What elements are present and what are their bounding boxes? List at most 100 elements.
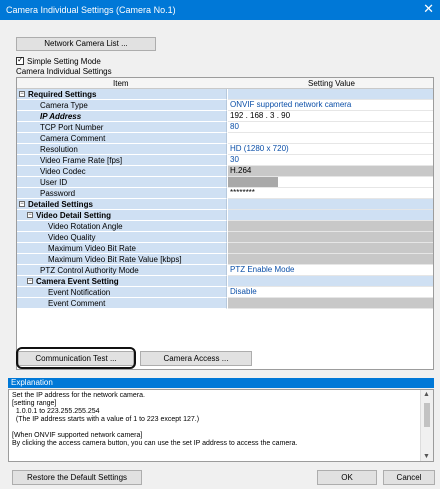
grid-row[interactable]: Video Codec H.264 bbox=[17, 166, 433, 177]
setting-value-cell[interactable] bbox=[228, 199, 433, 210]
grid-section-row[interactable]: − Detailed Settings bbox=[17, 199, 433, 210]
grid-section-row[interactable]: − Camera Event Setting bbox=[17, 276, 433, 287]
close-icon[interactable]: ✕ bbox=[423, 2, 434, 16]
restore-default-label: Restore the Default Settings bbox=[26, 473, 128, 482]
item-label: PTZ Control Authority Mode bbox=[40, 266, 139, 275]
setting-value: 192 . 168 . 3 . 90 bbox=[230, 111, 291, 120]
setting-value-cell[interactable] bbox=[228, 221, 433, 232]
setting-value-cell[interactable]: ******** bbox=[228, 188, 433, 199]
item-label: Maximum Video Bit Rate bbox=[48, 244, 136, 253]
cancel-button[interactable]: Cancel bbox=[383, 470, 435, 485]
setting-value-cell[interactable]: 80 bbox=[228, 122, 433, 133]
grid-row[interactable]: User ID bbox=[17, 177, 433, 188]
item-cell: − Detailed Settings bbox=[17, 199, 227, 210]
grid-row[interactable]: Maximum Video Bit Rate Value [kbps] bbox=[17, 254, 433, 265]
header-setting-value: Setting Value bbox=[308, 79, 355, 88]
grid-row[interactable]: Password ******** bbox=[17, 188, 433, 199]
collapse-icon[interactable]: − bbox=[19, 201, 25, 207]
item-cell: − Required Settings bbox=[17, 89, 227, 100]
item-label: User ID bbox=[40, 178, 68, 187]
setting-value-cell[interactable] bbox=[228, 298, 433, 309]
disabled-field bbox=[228, 177, 278, 187]
setting-value-cell[interactable] bbox=[228, 232, 433, 243]
grid-row[interactable]: Resolution HD (1280 x 720) bbox=[17, 144, 433, 155]
item-label: Camera Comment bbox=[40, 134, 106, 143]
item-label: Video Detail Setting bbox=[36, 211, 111, 220]
simple-setting-mode-checkbox[interactable]: Simple Setting Mode bbox=[16, 55, 101, 66]
network-camera-list-label: Network Camera List ... bbox=[44, 39, 128, 48]
item-cell: Password bbox=[17, 188, 227, 199]
setting-value-cell[interactable]: 192 . 168 . 3 . 90 bbox=[228, 111, 433, 122]
setting-value-cell[interactable] bbox=[228, 177, 433, 188]
item-cell: Video Rotation Angle bbox=[17, 221, 227, 232]
restore-default-button[interactable]: Restore the Default Settings bbox=[12, 470, 142, 485]
grid-row[interactable]: Camera Type ONVIF supported network camer… bbox=[17, 100, 433, 111]
scroll-up-icon[interactable]: ▲ bbox=[423, 391, 430, 398]
item-label: Required Settings bbox=[28, 90, 97, 99]
title-bar: Camera Individual Settings (Camera No.1)… bbox=[0, 0, 440, 20]
collapse-icon[interactable]: − bbox=[27, 278, 33, 284]
explanation-scrollbar[interactable]: ▲ ▼ bbox=[420, 390, 433, 461]
item-cell: TCP Port Number bbox=[17, 122, 227, 133]
collapse-icon[interactable]: − bbox=[27, 212, 33, 218]
item-cell: Camera Type bbox=[17, 100, 227, 111]
setting-value-cell[interactable]: H.264 bbox=[228, 166, 433, 177]
item-label: Video Quality bbox=[48, 233, 96, 242]
scroll-thumb[interactable] bbox=[424, 403, 430, 427]
camera-access-button[interactable]: Camera Access ... bbox=[140, 351, 252, 366]
grid-row[interactable]: Event Notification Disable bbox=[17, 287, 433, 298]
grid-row[interactable]: Maximum Video Bit Rate bbox=[17, 243, 433, 254]
setting-value-cell[interactable]: ONVIF supported network camera bbox=[228, 100, 433, 111]
header-item: Item bbox=[113, 79, 129, 88]
item-label: Camera Type bbox=[40, 101, 88, 110]
setting-value: Disable bbox=[230, 287, 257, 296]
item-cell: User ID bbox=[17, 177, 227, 188]
group-label: Camera Individual Settings bbox=[16, 67, 112, 76]
setting-value: 80 bbox=[230, 122, 239, 131]
setting-value: ******** bbox=[230, 188, 255, 197]
item-cell: PTZ Control Authority Mode bbox=[17, 265, 227, 276]
grid-row[interactable]: Video Frame Rate [fps] 30 bbox=[17, 155, 433, 166]
setting-value-cell[interactable]: Disable bbox=[228, 287, 433, 298]
grid-row[interactable]: PTZ Control Authority Mode PTZ Enable Mod… bbox=[17, 265, 433, 276]
item-label: Resolution bbox=[40, 145, 78, 154]
setting-value-cell[interactable] bbox=[228, 276, 433, 287]
item-cell: − Camera Event Setting bbox=[17, 276, 227, 287]
grid-section-row[interactable]: − Video Detail Setting bbox=[17, 210, 433, 221]
grid-row[interactable]: Camera Comment bbox=[17, 133, 433, 144]
setting-value-cell[interactable]: 30 bbox=[228, 155, 433, 166]
setting-value-cell[interactable] bbox=[228, 133, 433, 144]
network-camera-list-button[interactable]: Network Camera List ... bbox=[16, 37, 156, 51]
item-cell: Video Frame Rate [fps] bbox=[17, 155, 227, 166]
item-label: Detailed Settings bbox=[28, 200, 93, 209]
grid-row[interactable]: Video Quality bbox=[17, 232, 433, 243]
setting-value-cell[interactable]: PTZ Enable Mode bbox=[228, 265, 433, 276]
window-title: Camera Individual Settings (Camera No.1) bbox=[6, 5, 176, 15]
setting-value-cell[interactable]: HD (1280 x 720) bbox=[228, 144, 433, 155]
grid-row[interactable]: IP Address 192 . 168 . 3 . 90 bbox=[17, 111, 433, 122]
grid-row[interactable]: Event Comment bbox=[17, 298, 433, 309]
setting-value: 30 bbox=[230, 155, 239, 164]
grid-section-row[interactable]: − Required Settings bbox=[17, 89, 433, 100]
communication-test-button[interactable]: Communication Test ... bbox=[18, 351, 134, 366]
item-cell: − Video Detail Setting bbox=[17, 210, 227, 221]
setting-value: ONVIF supported network camera bbox=[230, 100, 352, 109]
communication-test-label: Communication Test ... bbox=[35, 354, 117, 363]
setting-value-cell[interactable] bbox=[228, 243, 433, 254]
item-label: TCP Port Number bbox=[40, 123, 104, 132]
setting-value-cell[interactable] bbox=[228, 254, 433, 265]
checkmark-icon[interactable] bbox=[16, 55, 24, 65]
grid-row[interactable]: TCP Port Number 80 bbox=[17, 122, 433, 133]
collapse-icon[interactable]: − bbox=[19, 91, 25, 97]
item-cell: Maximum Video Bit Rate bbox=[17, 243, 227, 254]
ok-button[interactable]: OK bbox=[317, 470, 377, 485]
cancel-label: Cancel bbox=[396, 473, 422, 482]
grid-row[interactable]: Video Rotation Angle bbox=[17, 221, 433, 232]
setting-value-cell[interactable] bbox=[228, 210, 433, 221]
item-cell: Video Codec bbox=[17, 166, 227, 177]
item-cell: Resolution bbox=[17, 144, 227, 155]
scroll-down-icon[interactable]: ▼ bbox=[423, 453, 430, 460]
setting-value-cell[interactable] bbox=[228, 89, 433, 100]
simple-setting-mode-label: Simple Setting Mode bbox=[27, 57, 101, 66]
item-cell: Video Quality bbox=[17, 232, 227, 243]
